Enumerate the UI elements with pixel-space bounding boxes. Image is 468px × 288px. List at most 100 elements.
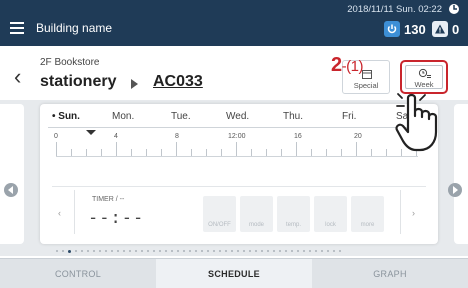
page-indicator [56,250,341,254]
timeline-tick [86,149,87,156]
day-tab-sun[interactable]: • Sun. [52,111,80,122]
time-tick-label: 4 [114,133,118,140]
day-tab-fri[interactable]: Fri. [342,111,356,122]
page-dot [183,250,185,252]
day-divider [48,127,430,128]
timeline-tick [176,142,177,156]
alert-count-value: 0 [452,21,460,37]
page-dot [261,250,263,252]
page-dot [207,250,209,252]
timeline-tick [341,149,342,156]
timeline-tick [371,149,372,156]
page-dot [279,250,281,252]
timer-next-arrow[interactable]: › [412,208,415,218]
timeline-tick [296,142,297,156]
timer-divider [74,190,75,234]
page-dot [195,250,197,252]
page-dot [309,250,311,252]
page-dot [213,250,215,252]
time-tick-label: 8 [175,133,179,140]
onoff-setting-slot: ON/OFF [203,196,236,232]
page-dot [267,250,269,252]
selected-day-caret-icon [86,130,96,135]
lock-setting-slot: lock [314,196,347,232]
day-tab-mon[interactable]: Mon. [112,111,134,122]
step-sub: -(1) [341,58,364,75]
previous-card-peek [0,104,24,244]
timeline-tick [116,142,117,156]
special-button-label: Special [353,81,379,90]
page-dot [321,250,323,252]
temp-setting-slot: temp. [277,196,310,232]
page-dot [285,250,287,252]
back-chevron-icon[interactable]: ‹ [14,66,21,88]
timeline-tick [266,149,267,156]
timeline-tick [386,149,387,156]
page-dot [75,250,77,252]
page-dot [81,250,83,252]
page-dot [243,250,245,252]
page-dot [333,250,335,252]
floor-label: 2F Bookstore [40,57,100,68]
breadcrumb-arrow-icon [131,79,138,89]
page-dot [87,250,89,252]
timer-divider [400,190,401,234]
step-main: 2 [331,54,342,76]
page-dot [153,250,155,252]
page-dot [177,250,179,252]
week-button-label: Week [414,80,434,89]
timeline-tick [101,149,102,156]
hamburger-menu-icon[interactable] [10,22,24,34]
page-dot [225,250,227,252]
timeline-tick [251,149,252,156]
timeline-tick [206,149,207,156]
tab-control[interactable]: CONTROL [0,259,156,288]
datetime-display: 2018/11/11 Sun. 02:22 [347,4,442,15]
page-dot [105,250,107,252]
day-tab-thu[interactable]: Thu. [283,111,303,122]
page-dot [135,250,137,252]
page-dot [315,250,317,252]
time-tick-label: 16 [294,133,302,140]
page-dot [93,250,95,252]
next-unit-arrow-icon[interactable] [448,183,462,197]
bottom-tab-bar: CONTROL SCHEDULE GRAPH [0,258,468,288]
timeline-tick [161,149,162,156]
alert-count[interactable]: 0 [432,20,459,38]
page-dot [255,250,257,252]
mode-setting-slot: mode [240,196,273,232]
page-dot [62,250,64,252]
timer-label: TIMER / -- [92,196,125,203]
unit-link[interactable]: AC033 [153,73,203,91]
timeline-tick [191,149,192,156]
week-button[interactable]: Week [400,60,448,94]
connection-status-icon [449,4,459,14]
page-dot [303,250,305,252]
temp-setting-label: temp. [285,222,301,228]
tab-schedule[interactable]: SCHEDULE [156,259,312,288]
group-name: stationery [40,73,117,90]
pointing-hand-icon [395,93,438,152]
time-tick-label: 0 [54,133,58,140]
schedule-timeline[interactable] [56,142,418,157]
page-dot [56,250,58,252]
top-bar: Building name 2018/11/11 Sun. 02:22 130 … [0,0,468,46]
day-tabs: • Sun. Mon. Tue. Wed. Thu. Fri. Sat. [40,108,438,126]
page-dot [201,250,203,252]
page-dot [237,250,239,252]
day-tab-tue[interactable]: Tue. [171,111,191,122]
day-tab-wed[interactable]: Wed. [226,111,249,122]
page-dot [141,250,143,252]
previous-unit-arrow-icon[interactable] [4,183,18,197]
timer-prev-arrow[interactable]: ‹ [58,208,61,218]
page-dot [129,250,131,252]
time-tick-label: 20 [354,133,362,140]
next-card-peek [454,104,468,244]
timeline-tick [71,149,72,156]
running-count[interactable]: 130 [384,20,426,38]
running-count-value: 130 [404,21,426,37]
timeline-tick [146,149,147,156]
tab-graph[interactable]: GRAPH [312,259,468,288]
timeline-tick [221,149,222,156]
timeline-tick [311,149,312,156]
